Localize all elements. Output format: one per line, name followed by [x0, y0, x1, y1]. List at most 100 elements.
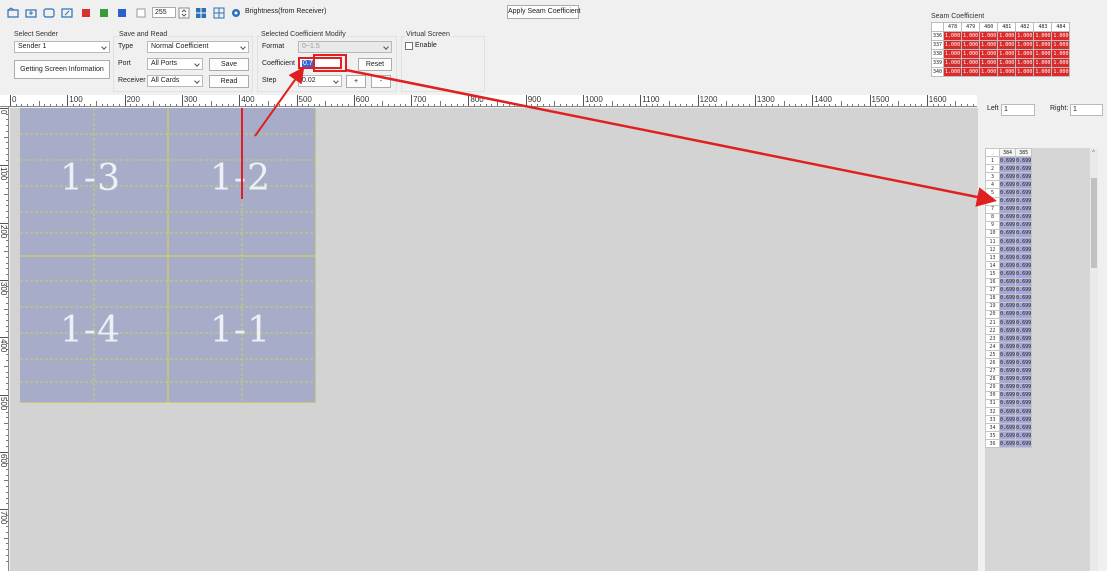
seam-cell[interactable]: 1.000	[979, 31, 999, 41]
coefficient-cell[interactable]: 0.699	[998, 261, 1017, 271]
seam-cell[interactable]: 1.000	[1015, 58, 1035, 68]
seam-cell[interactable]: 1.000	[1033, 31, 1053, 41]
seam-cell[interactable]: 1.000	[979, 49, 999, 59]
coefficient-cell[interactable]: 0.699	[1015, 253, 1033, 263]
seam-cell[interactable]: 1.000	[1051, 58, 1071, 68]
coefficient-cell[interactable]: 0.699	[998, 390, 1017, 400]
coefficient-cell[interactable]: 0.699	[1015, 293, 1033, 303]
coefficient-cell[interactable]: 0.699	[1015, 342, 1033, 352]
seam-cell[interactable]: 1.000	[1033, 49, 1053, 59]
seam-cell[interactable]: 1.000	[1015, 67, 1035, 77]
seam-cell[interactable]: 1.000	[997, 31, 1017, 41]
read-button[interactable]: Read	[209, 75, 249, 88]
coefficient-cell[interactable]: 0.699	[998, 382, 1017, 392]
coefficient-cell[interactable]: 0.699	[1015, 277, 1033, 287]
seam-cell[interactable]: 1.000	[1051, 31, 1071, 41]
coefficient-cell[interactable]: 0.699	[998, 334, 1017, 344]
coefficient-cell[interactable]: 0.699	[998, 301, 1017, 311]
coefficient-cell[interactable]: 0.699	[1015, 188, 1033, 198]
coefficient-cell[interactable]: 0.699	[998, 269, 1017, 279]
coefficient-cell[interactable]: 0.699	[998, 204, 1017, 214]
coefficient-cell[interactable]: 0.699	[998, 245, 1017, 255]
coefficient-cell[interactable]: 0.699	[1015, 334, 1033, 344]
port-select[interactable]: All Ports	[147, 58, 203, 70]
seam-cell[interactable]: 1.000	[1051, 67, 1071, 77]
seam-cell[interactable]: 1.000	[997, 40, 1017, 50]
coefficient-cell[interactable]: 0.699	[1015, 406, 1033, 417]
seam-cell[interactable]: 1.000	[1015, 40, 1035, 50]
seam-cell[interactable]: 1.000	[997, 67, 1017, 77]
coefficient-cell[interactable]: 0.699	[998, 398, 1017, 409]
coefficient-cell[interactable]: 0.699	[1015, 431, 1033, 441]
coefficient-cell[interactable]: 0.699	[1015, 350, 1033, 360]
seam-cell[interactable]: 1.000	[1015, 31, 1035, 41]
coefficient-cell[interactable]: 0.699	[998, 180, 1017, 190]
coefficient-cell[interactable]: 0.699	[998, 415, 1017, 425]
seam-cell[interactable]: 1.000	[961, 31, 981, 41]
screen-outline-icon[interactable]	[43, 7, 55, 19]
step-minus-button[interactable]: -	[371, 75, 391, 88]
coefficient-cell[interactable]: 0.699	[998, 317, 1017, 328]
scroll-up-icon[interactable]: ^	[1092, 150, 1095, 156]
coefficient-cell[interactable]: 0.699	[1015, 220, 1033, 230]
coefficient-cell[interactable]: 0.699	[1015, 156, 1033, 166]
coefficient-cell[interactable]: 0.699	[998, 164, 1017, 174]
coefficient-cell[interactable]: 0.699	[998, 220, 1017, 230]
seam-cell[interactable]: 1.000	[943, 67, 963, 77]
crosshair-icon[interactable]	[213, 7, 225, 19]
seam-cell[interactable]: 1.000	[979, 58, 999, 68]
seam-cell[interactable]: 1.000	[1051, 40, 1071, 50]
seam-cell[interactable]: 1.000	[961, 67, 981, 77]
coefficient-cell[interactable]: 0.699	[1015, 228, 1033, 239]
layout-icon[interactable]	[195, 7, 207, 19]
getting-screen-information-button[interactable]: Getting Screen Information	[14, 60, 110, 79]
brightness-input[interactable]: 255	[152, 7, 176, 18]
coefficient-cell[interactable]: 0.699	[1015, 180, 1033, 190]
coefficient-cell[interactable]: 0.699	[998, 374, 1017, 384]
receiver-select[interactable]: All Cards	[147, 75, 203, 87]
seam-cell[interactable]: 1.000	[1033, 40, 1053, 50]
coefficient-cell[interactable]: 0.699	[998, 285, 1017, 295]
green-square-icon[interactable]	[98, 7, 110, 19]
coefficient-cell[interactable]: 0.699	[998, 172, 1017, 182]
coefficient-cell[interactable]: 0.699	[1015, 390, 1033, 400]
coefficient-cell[interactable]: 0.699	[1015, 164, 1033, 174]
screen-refresh-icon[interactable]	[61, 7, 73, 19]
gear-icon[interactable]	[230, 7, 242, 19]
seam-cell[interactable]: 1.000	[961, 40, 981, 50]
coefficient-cell[interactable]: 0.699	[1015, 358, 1033, 368]
enable-checkbox[interactable]	[405, 42, 413, 50]
coefficient-cell[interactable]: 0.699	[998, 406, 1017, 417]
coefficient-cell[interactable]: 0.699	[1015, 237, 1033, 247]
coefficient-cell[interactable]: 0.699	[1015, 172, 1033, 182]
save-button[interactable]: Save	[209, 58, 249, 71]
seam-cell[interactable]: 1.000	[1015, 49, 1035, 59]
apply-seam-coefficient-button[interactable]: Apply Seam Coefficient	[507, 5, 581, 19]
coefficient-input[interactable]: 0.7	[298, 57, 342, 69]
right-input[interactable]: 1	[1070, 104, 1103, 116]
seam-cell[interactable]: 1.000	[997, 49, 1017, 59]
coefficient-cell[interactable]: 0.699	[998, 277, 1017, 287]
coefficient-cell[interactable]: 0.699	[1015, 326, 1033, 336]
seam-cell[interactable]: 1.000	[943, 58, 963, 68]
coefficient-cell[interactable]: 0.699	[1015, 261, 1033, 271]
seam-cell[interactable]: 1.000	[979, 67, 999, 77]
seam-cell[interactable]: 1.000	[961, 58, 981, 68]
coefficient-cell[interactable]: 0.699	[1015, 212, 1033, 222]
reset-button[interactable]: Reset	[358, 58, 392, 71]
seam-cell[interactable]: 1.000	[997, 58, 1017, 68]
white-square-icon[interactable]	[135, 7, 147, 19]
coefficient-cell[interactable]: 0.699	[1015, 317, 1033, 328]
seam-cell[interactable]: 1.000	[979, 40, 999, 50]
coefficient-cell[interactable]: 0.699	[998, 196, 1017, 206]
coefficient-cell[interactable]: 0.699	[998, 309, 1017, 319]
coefficient-cell[interactable]: 0.699	[1015, 366, 1033, 376]
coefficient-cell[interactable]: 0.699	[998, 326, 1017, 336]
left-input[interactable]: 1	[1001, 104, 1035, 116]
red-square-icon[interactable]	[80, 7, 92, 19]
seam-cell[interactable]: 1.000	[943, 40, 963, 50]
seam-cell[interactable]: 1.000	[943, 49, 963, 59]
coefficient-cell[interactable]: 0.699	[1015, 196, 1033, 206]
coefficient-cell[interactable]: 0.699	[998, 342, 1017, 352]
vertical-scrollbar[interactable]: ^	[1090, 148, 1098, 571]
